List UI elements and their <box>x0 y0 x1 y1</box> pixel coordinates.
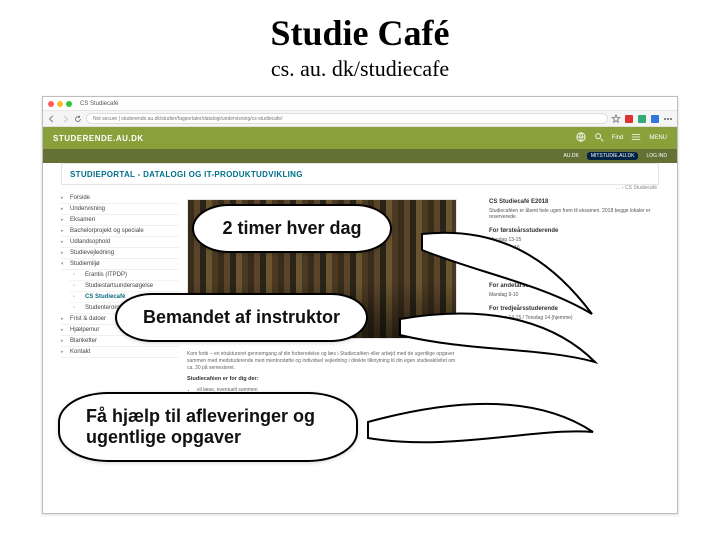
bookmark-star-icon[interactable] <box>611 114 621 124</box>
window-titlebar: CS Studiecafé <box>43 97 677 111</box>
forward-icon[interactable] <box>60 114 70 124</box>
address-bar: Not secure | studerende.au.dk/studier/fa… <box>43 111 677 127</box>
tab-title[interactable]: CS Studiecafé <box>80 101 118 107</box>
portal-title-bar: STUDIEPORTAL - DATALOGI OG IT-PRODUKTUDV… <box>61 163 659 185</box>
sidebar-item-forside[interactable]: Forside <box>61 193 179 204</box>
extension-icon[interactable] <box>650 114 660 124</box>
speech-tail-icon <box>368 402 598 477</box>
sidebar-item-kontakt[interactable]: Kontakt <box>61 347 179 358</box>
search-icon[interactable] <box>594 132 604 144</box>
header-link-find[interactable]: Find <box>612 135 624 141</box>
subnav-link[interactable]: AU.DK <box>564 153 579 159</box>
subnav-link[interactable]: LOG IND <box>646 153 667 159</box>
slide-title: Studie Café <box>0 12 720 54</box>
sidebar-subitem[interactable]: Erantis (ITPDP) <box>69 270 179 281</box>
sidebar-item-eksamen[interactable]: Eksamen <box>61 215 179 226</box>
sidebar-item-studievejledning[interactable]: Studievejledning <box>61 248 179 259</box>
extension-icon[interactable] <box>637 114 647 124</box>
callout-text: 2 timer hver dag <box>192 204 392 253</box>
site-brand[interactable]: STUDERENDE.AU.DK <box>53 134 144 143</box>
globe-icon[interactable] <box>576 132 586 144</box>
site-header: STUDERENDE.AU.DK Find MENU <box>43 127 677 149</box>
site-subnav: AU.DK MITSTUDIE.AU.DK LOG IND <box>43 149 677 163</box>
sidebar-item-undervisning[interactable]: Undervisning <box>61 204 179 215</box>
sidebar-subitem[interactable]: Studiestartsundersøgelse <box>69 281 179 292</box>
breadcrumb[interactable]: … › CS Studiecafé <box>616 185 657 191</box>
hamburger-menu-icon[interactable] <box>631 132 641 144</box>
slide-url: cs. au. dk/studiecafe <box>0 56 720 82</box>
menu-icon[interactable] <box>663 114 673 124</box>
extension-icon[interactable] <box>624 114 634 124</box>
info-heading: CS Studiecafé E2018 <box>489 199 659 205</box>
subnav-link[interactable]: MITSTUDIE.AU.DK <box>587 152 639 160</box>
callout-bubble: Få hjælp til afleveringer og ugentlige o… <box>58 392 358 462</box>
callout-text: Bemandet af instruktor <box>115 293 368 342</box>
callout-bubble: 2 timer hver dag <box>192 204 392 253</box>
sidebar-nav: Forside Undervisning Eksamen Bachelorpro… <box>61 193 179 513</box>
close-icon[interactable] <box>48 101 54 107</box>
sidebar-item-udlands[interactable]: Udlandsophold <box>61 237 179 248</box>
portal-title: STUDIEPORTAL - DATALOGI OG IT-PRODUKTUDV… <box>70 170 303 179</box>
reload-icon[interactable] <box>73 114 83 124</box>
info-text: Studiecaféen er åbent hele ugen frem til… <box>489 208 659 220</box>
maximize-icon[interactable] <box>66 101 72 107</box>
speech-tail-icon <box>400 307 600 392</box>
sidebar-item-studiemiljo[interactable]: Studiemiljø <box>61 259 179 270</box>
header-link-menu[interactable]: MENU <box>649 135 667 141</box>
sidebar-item-bachelor[interactable]: Bachelorprojekt og speciale <box>61 226 179 237</box>
minimize-icon[interactable] <box>57 101 63 107</box>
callout-bubble: Bemandet af instruktor <box>115 293 368 342</box>
callout-text: Få hjælp til afleveringer og ugentlige o… <box>58 392 358 462</box>
url-field[interactable]: Not secure | studerende.au.dk/studier/fa… <box>86 113 608 124</box>
back-icon[interactable] <box>47 114 57 124</box>
